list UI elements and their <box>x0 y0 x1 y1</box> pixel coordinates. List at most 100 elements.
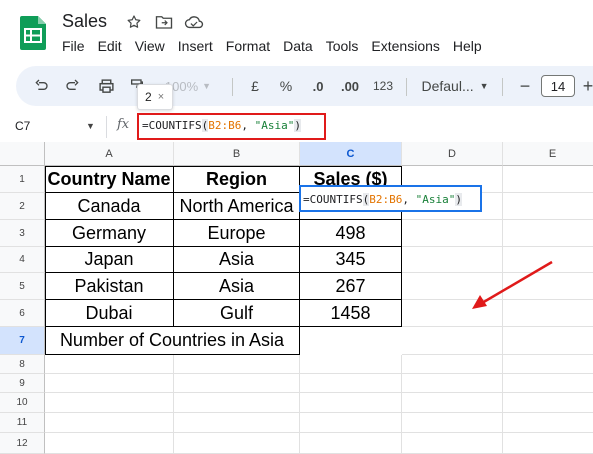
cell-a6[interactable]: Dubai <box>45 300 174 327</box>
row-header-1[interactable]: 1 <box>0 166 45 193</box>
cell-d7[interactable] <box>402 327 503 355</box>
name-box[interactable]: C7 <box>15 119 30 133</box>
row-header-11[interactable]: 11 <box>0 413 45 433</box>
cell-a7-merged[interactable]: Number of Countries in Asia <box>45 327 300 355</box>
cell-d11[interactable] <box>402 413 503 433</box>
active-cell-c7[interactable]: =COUNTIFS(B2:B6, "Asia") <box>299 185 482 212</box>
cell-a4[interactable]: Japan <box>45 247 174 273</box>
menu-format[interactable]: Format <box>226 38 270 54</box>
cell-c8[interactable] <box>300 355 402 374</box>
cell-c3[interactable]: 498 <box>300 220 402 247</box>
name-box-dropdown-icon[interactable]: ▼ <box>86 121 95 131</box>
cell-b11[interactable] <box>174 413 300 433</box>
cell-e10[interactable] <box>503 393 593 413</box>
cell-a1[interactable]: Country Name <box>45 166 174 193</box>
decrease-decimal-button[interactable]: .0 <box>306 66 330 106</box>
menu-tools[interactable]: Tools <box>326 38 359 54</box>
row-header-7[interactable]: 7 <box>0 327 45 355</box>
move-folder-icon[interactable] <box>154 12 174 32</box>
cell-e8[interactable] <box>503 355 593 374</box>
cell-c7-formula[interactable]: =COUNTIFS(B2:B6, "Asia") <box>303 193 462 206</box>
cell-b4[interactable]: Asia <box>174 247 300 273</box>
cell-d10[interactable] <box>402 393 503 413</box>
menu-edit[interactable]: Edit <box>98 38 122 54</box>
cell-a3[interactable]: Germany <box>45 220 174 247</box>
cell-d8[interactable] <box>402 355 503 374</box>
column-header-b[interactable]: B <box>174 142 300 166</box>
cloud-saved-icon[interactable] <box>184 12 204 32</box>
cell-c10[interactable] <box>300 393 402 413</box>
row-header-3[interactable]: 3 <box>0 220 45 247</box>
currency-format-button[interactable]: £ <box>244 66 266 106</box>
cell-a11[interactable] <box>45 413 174 433</box>
cell-e3[interactable] <box>503 220 593 247</box>
menu-help[interactable]: Help <box>453 38 482 54</box>
font-select[interactable]: Defaul... ▼ <box>416 66 494 106</box>
row-header-4[interactable]: 4 <box>0 247 45 273</box>
formula-separator: , <box>241 119 255 132</box>
menu-insert[interactable]: Insert <box>178 38 213 54</box>
cell-a9[interactable] <box>45 374 174 393</box>
cell-e7[interactable] <box>503 327 593 355</box>
select-all-corner[interactable] <box>0 142 45 166</box>
column-header-a[interactable]: A <box>45 142 174 166</box>
menu-view[interactable]: View <box>135 38 165 54</box>
row-header-8[interactable]: 8 <box>0 355 45 374</box>
row-header-12[interactable]: 12 <box>0 433 45 454</box>
cell-c6[interactable]: 1458 <box>300 300 402 327</box>
cell-d12[interactable] <box>402 433 503 454</box>
tooltip-close-icon[interactable]: × <box>158 91 164 103</box>
row-header-9[interactable]: 9 <box>0 374 45 393</box>
cell-c11[interactable] <box>300 413 402 433</box>
cell-b6[interactable]: Gulf <box>174 300 300 327</box>
cell-e9[interactable] <box>503 374 593 393</box>
percent-format-button[interactable]: % <box>275 66 297 106</box>
menu-data[interactable]: Data <box>283 38 313 54</box>
cell-a12[interactable] <box>45 433 174 454</box>
cell-b2[interactable]: North America <box>174 193 300 220</box>
cell-c5[interactable]: 267 <box>300 273 402 300</box>
sheets-logo-icon[interactable] <box>20 16 46 50</box>
cell-a2[interactable]: Canada <box>45 193 174 220</box>
column-header-e[interactable]: E <box>503 142 593 166</box>
cell-c12[interactable] <box>300 433 402 454</box>
cell-e1[interactable] <box>503 166 593 193</box>
increase-font-size-button[interactable]: + <box>579 66 593 106</box>
cell-d3[interactable] <box>402 220 503 247</box>
cell-e2[interactable] <box>503 193 593 220</box>
row-header-2[interactable]: 2 <box>0 193 45 220</box>
document-title[interactable]: Sales <box>62 11 107 32</box>
number-format-button[interactable]: 123 <box>370 66 396 106</box>
cell-b8[interactable] <box>174 355 300 374</box>
formula-input[interactable]: =COUNTIFS(B2:B6, "Asia") <box>142 119 301 132</box>
cell-c4[interactable]: 345 <box>300 247 402 273</box>
redo-icon[interactable] <box>62 66 84 106</box>
cell-b12[interactable] <box>174 433 300 454</box>
font-size-input[interactable]: 14 <box>541 75 575 97</box>
cell-e11[interactable] <box>503 413 593 433</box>
formula-input-highlight[interactable]: =COUNTIFS(B2:B6, "Asia") <box>137 113 326 140</box>
cell-e12[interactable] <box>503 433 593 454</box>
menu-file[interactable]: File <box>62 38 85 54</box>
row-header-6[interactable]: 6 <box>0 300 45 327</box>
increase-decimal-button[interactable]: .00 <box>336 66 364 106</box>
cell-a8[interactable] <box>45 355 174 374</box>
cell-a5[interactable]: Pakistan <box>45 273 174 300</box>
cell-b1[interactable]: Region <box>174 166 300 193</box>
star-icon[interactable] <box>124 12 144 32</box>
cell-a10[interactable] <box>45 393 174 413</box>
print-icon[interactable] <box>95 66 117 106</box>
cell-d9[interactable] <box>402 374 503 393</box>
cell-b10[interactable] <box>174 393 300 413</box>
row-header-5[interactable]: 5 <box>0 273 45 300</box>
cell-b3[interactable]: Europe <box>174 220 300 247</box>
column-header-c[interactable]: C <box>300 142 402 166</box>
row-header-10[interactable]: 10 <box>0 393 45 413</box>
cell-b5[interactable]: Asia <box>174 273 300 300</box>
cell-b9[interactable] <box>174 374 300 393</box>
decrease-font-size-button[interactable]: − <box>516 66 534 106</box>
undo-icon[interactable] <box>30 66 52 106</box>
menu-extensions[interactable]: Extensions <box>371 38 439 54</box>
column-header-d[interactable]: D <box>402 142 503 166</box>
cell-c9[interactable] <box>300 374 402 393</box>
